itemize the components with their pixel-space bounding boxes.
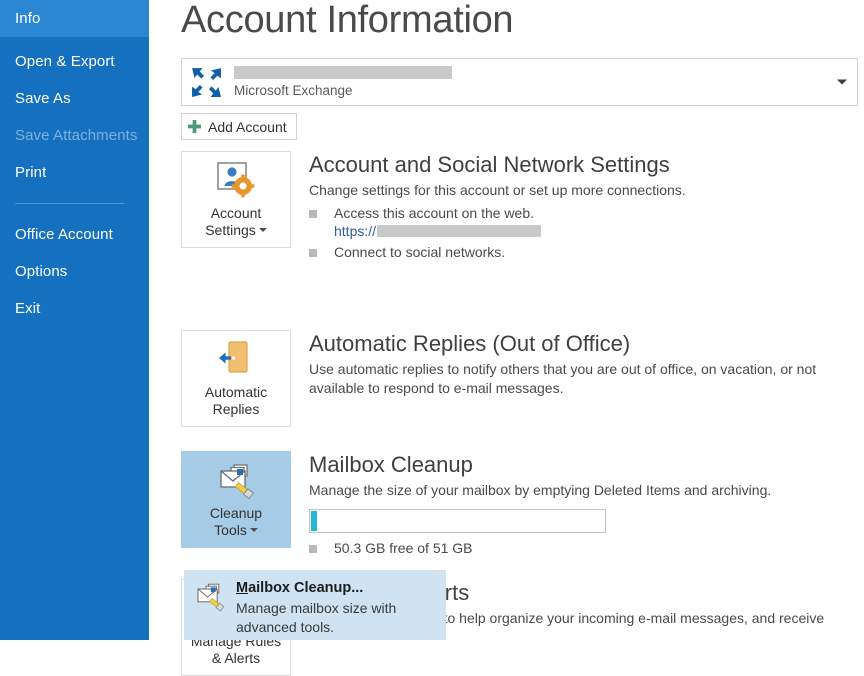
account-settings-body: Account and Social Network Settings Chan… [309, 151, 858, 260]
btn-line-2: Tools [214, 522, 247, 538]
chevron-down-icon[interactable] [837, 79, 847, 85]
btn-line-2: Replies [212, 401, 260, 417]
automatic-replies-button-label: Automatic Replies [205, 384, 267, 418]
section-heading: Account and Social Network Settings [309, 152, 670, 177]
caret-down-icon[interactable] [249, 528, 258, 533]
sidebar-item-open-and-export[interactable]: Open & Export [0, 43, 149, 80]
account-selector-combobox[interactable]: Microsoft Exchange [181, 58, 858, 106]
bullet-access-on-web: Access this account on the web. [309, 205, 858, 221]
sidebar-item-exit[interactable]: Exit [0, 290, 149, 327]
bullet-square-icon [309, 210, 317, 218]
cleanup-tools-button[interactable]: Cleanup Tools [181, 451, 291, 548]
mailbox-quota-progressbar [309, 509, 606, 533]
page-title: Account Information [181, 0, 514, 41]
cleanup-tools-icon [220, 464, 255, 500]
section-mailbox-cleanup: Cleanup Tools Mailbox Cleanup Manage the… [181, 451, 858, 556]
quota-text: 50.3 GB free of 51 GB [334, 540, 473, 556]
backstage-view: Info Open & Export Save As Save Attachme… [0, 0, 864, 676]
section-automatic-replies: Automatic Replies Automatic Replies (Out… [181, 330, 858, 427]
account-settings-button-label: Account Settings [205, 205, 267, 239]
mailbox-cleanup-body: Mailbox Cleanup Manage the size of your … [309, 451, 858, 556]
sidebar-item-label: Save Attachments [15, 127, 138, 144]
btn-line-2: Settings [205, 222, 256, 238]
bullet-square-icon [309, 249, 317, 257]
sidebar-item-label: Exit [15, 300, 41, 317]
add-account-label: Add Account [208, 118, 287, 135]
section-heading: Mailbox Cleanup [309, 452, 473, 477]
cleanup-tools-dropdown-menu: Mailbox Cleanup... Manage mailbox size w… [184, 570, 446, 640]
menu-item-description: Manage mailbox size with advanced tools. [236, 600, 397, 635]
account-name-redaction [234, 65, 452, 79]
automatic-replies-button[interactable]: Automatic Replies [181, 330, 291, 427]
plus-icon [187, 119, 202, 134]
section-description: Use automatic replies to notify others t… [309, 361, 817, 396]
automatic-replies-body: Automatic Replies (Out of Office) Use au… [309, 330, 858, 398]
bullet-text: Access this account on the web. [334, 205, 534, 221]
owa-url-redaction [377, 225, 542, 237]
menu-item-title-rest: ailbox Cleanup... [248, 580, 364, 596]
account-type-label: Microsoft Exchange [234, 82, 353, 98]
sidebar-item-label: Open & Export [15, 53, 115, 70]
mailbox-quota-caption: 50.3 GB free of 51 GB [309, 540, 858, 556]
sidebar-item-office-account[interactable]: Office Account [0, 216, 149, 253]
account-combo-texts: Microsoft Exchange [234, 65, 857, 99]
account-settings-button[interactable]: Account Settings [181, 151, 291, 248]
caret-down-icon[interactable] [258, 228, 267, 233]
btn-line-1: Automatic [204, 384, 268, 400]
mailbox-quota-fill [311, 511, 317, 531]
owa-link[interactable]: https:// [334, 223, 858, 239]
sidebar-item-label: Info [15, 10, 41, 27]
bullet-square-icon [309, 545, 317, 553]
microsoft-exchange-icon [192, 67, 221, 97]
btn-line-2: & Alerts [211, 650, 261, 666]
sidebar-item-label: Options [15, 263, 68, 280]
menu-item-mailbox-cleanup[interactable]: Mailbox Cleanup... [236, 578, 411, 598]
section-heading: Automatic Replies (Out of Office) [309, 331, 631, 356]
sidebar-item-save-attachments: Save Attachments [0, 117, 149, 154]
mailbox-cleanup-menu-icon [197, 583, 225, 612]
sidebar-item-options[interactable]: Options [0, 253, 149, 290]
accelerator-letter: M [236, 580, 249, 596]
backstage-sidebar: Info Open & Export Save As Save Attachme… [0, 0, 149, 640]
btn-line-1: Cleanup [209, 505, 263, 521]
section-description: Change settings for this account or set … [309, 182, 686, 198]
section-description: Manage the size of your mailbox by empty… [309, 482, 772, 498]
bullet-social-networks: Connect to social networks. [309, 244, 858, 260]
cleanup-menu-texts: Mailbox Cleanup... Manage mailbox size w… [236, 578, 411, 639]
add-account-button[interactable]: Add Account [181, 113, 297, 140]
btn-line-1: Account [210, 205, 262, 221]
sidebar-item-label: Save As [15, 90, 71, 107]
sidebar-item-save-as[interactable]: Save As [0, 80, 149, 117]
section-account-settings: Account Settings Account and Social Netw… [181, 151, 858, 260]
backstage-content: Account Information Microsoft Exchange A… [149, 0, 864, 676]
sidebar-item-info[interactable]: Info [0, 0, 149, 37]
bullet-text: Connect to social networks. [334, 244, 506, 260]
sidebar-divider [15, 203, 124, 204]
automatic-replies-icon [219, 341, 248, 373]
sidebar-item-label: Print [15, 164, 47, 181]
owa-link-prefix: https:// [334, 223, 377, 239]
account-settings-icon [217, 162, 255, 198]
cleanup-tools-button-label: Cleanup Tools [210, 505, 262, 539]
sidebar-item-label: Office Account [15, 226, 113, 243]
sidebar-item-print[interactable]: Print [0, 154, 149, 191]
